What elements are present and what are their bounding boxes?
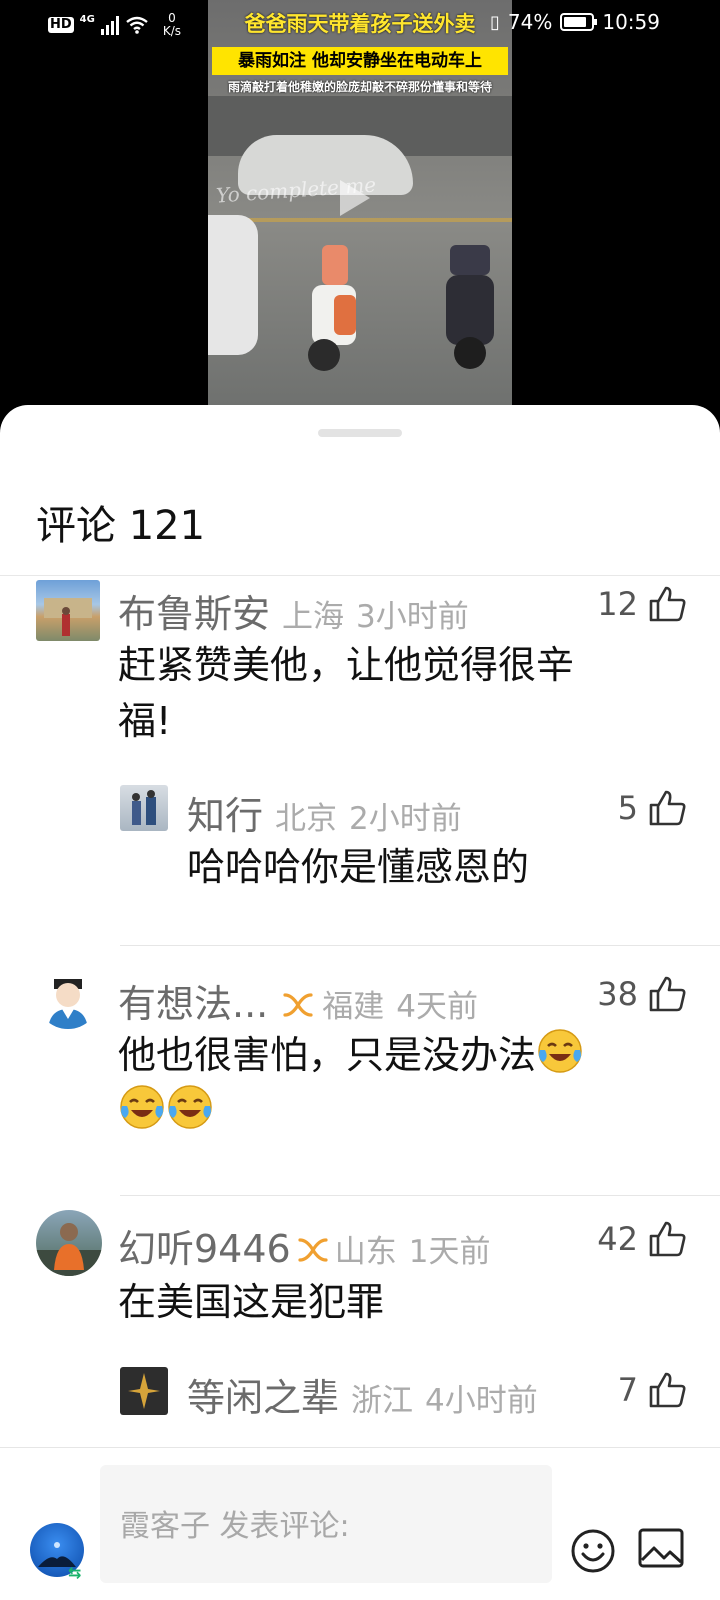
- signal-icon: [100, 15, 119, 35]
- comment-time: 3小时前: [356, 599, 469, 635]
- network-type: 4G: [79, 13, 95, 25]
- reply-location: 浙江: [351, 1383, 414, 1419]
- reply-location: 北京: [275, 801, 338, 837]
- comment-text: 他也很害怕，只是没办法: [118, 1027, 658, 1139]
- video-caption: 雨滴敲打着他稚嫩的脸庞却敲不碎那份懂事和等待: [227, 80, 492, 94]
- avatar[interactable]: [36, 965, 100, 1029]
- like-button[interactable]: 12: [597, 585, 686, 623]
- comments-title: 评论 121: [36, 503, 206, 549]
- video-player[interactable]: Yo complete me 爸爸雨天带着孩子送外卖 暴雨如注 他却安静坐在电动…: [208, 0, 512, 405]
- comment-placeholder: 霞客子 发表评论:: [120, 1509, 350, 1544]
- drag-handle[interactable]: [318, 429, 402, 437]
- comment-text: 赶紧赞美他，让他觉得很辛 福!: [118, 643, 575, 743]
- thumbs-up-icon: [649, 976, 686, 1012]
- laughing-crying-emoji-icon: [120, 1085, 164, 1129]
- laughing-crying-emoji-icon: [538, 1029, 582, 1073]
- play-icon[interactable]: [340, 180, 370, 216]
- clock: 10:59: [602, 10, 660, 34]
- video-subtitle: 暴雨如注 他却安静坐在电动车上: [212, 47, 508, 75]
- comment-location: 山东: [334, 1234, 397, 1270]
- status-bar: HD 4G 0 K/s ▯ 74% 10:59: [0, 0, 720, 50]
- comment-time: 4天前: [396, 989, 478, 1025]
- video-scene-scooter: [308, 245, 356, 371]
- like-button[interactable]: 7: [618, 1371, 686, 1409]
- comment-username[interactable]: 布鲁斯安: [118, 583, 270, 638]
- hd-indicator: HD: [48, 17, 74, 33]
- like-count: 5: [617, 789, 638, 827]
- thumbs-up-icon: [649, 1221, 686, 1257]
- comment-location: 福建: [322, 989, 385, 1025]
- reply-time: 2小时前: [349, 801, 462, 837]
- avatar[interactable]: [36, 1210, 102, 1276]
- like-count: 42: [597, 1220, 638, 1258]
- divider: [0, 575, 720, 576]
- avatar[interactable]: [120, 1367, 168, 1415]
- reply-time: 4小时前: [425, 1383, 538, 1419]
- video-scene-road-line: [208, 218, 512, 222]
- thumbs-up-icon: [649, 1372, 686, 1408]
- comment-divider: [120, 1195, 720, 1196]
- comment-divider: [120, 945, 720, 946]
- comment-text: 在美国这是犯罪: [118, 1280, 385, 1324]
- comments-sheet: 评论 121 布鲁斯安 上海 3小时前 12 赶紧赞美他，让他觉得很辛 福! 知…: [0, 405, 720, 1600]
- like-button[interactable]: 5: [618, 789, 686, 827]
- image-icon[interactable]: [638, 1528, 684, 1568]
- comment-time: 1天前: [408, 1234, 491, 1270]
- comment-username[interactable]: 有想法...: [118, 973, 268, 1028]
- vip-badge-icon: [298, 1238, 328, 1262]
- emoji-icon[interactable]: [570, 1528, 616, 1574]
- like-button[interactable]: 38: [597, 975, 686, 1013]
- thumbs-up-icon: [649, 586, 686, 622]
- like-count: 12: [597, 585, 638, 623]
- wifi-icon: [126, 16, 148, 34]
- reply-username[interactable]: 知行: [187, 785, 263, 840]
- reply-username[interactable]: 等闲之辈: [187, 1367, 339, 1422]
- like-count: 38: [597, 975, 638, 1013]
- avatar[interactable]: [120, 785, 168, 831]
- reply-text: 哈哈哈你是懂感恩的: [187, 845, 530, 889]
- switch-account-icon[interactable]: ⇆: [68, 1563, 81, 1582]
- vibrate-icon: ▯: [490, 11, 500, 33]
- net-speed: 0 K/s: [162, 11, 182, 38]
- battery-percent: 74%: [507, 10, 553, 34]
- comment-composer: ⇆ 霞客子 发表评论:: [0, 1447, 720, 1600]
- comment-location: 上海: [282, 599, 345, 635]
- laughing-crying-emoji-icon: [168, 1085, 212, 1129]
- video-scene-car-left: [208, 215, 258, 355]
- avatar[interactable]: [36, 580, 100, 641]
- comment-input[interactable]: 霞客子 发表评论:: [100, 1465, 552, 1583]
- like-button[interactable]: 42: [597, 1220, 686, 1258]
- comments-count: 121: [128, 503, 206, 549]
- video-scene-scooter-dark: [446, 245, 494, 369]
- comment-username[interactable]: 幻听9446: [118, 1218, 291, 1273]
- thumbs-up-icon: [649, 790, 686, 826]
- battery-icon: [560, 13, 598, 31]
- vip-badge-icon: [283, 993, 313, 1017]
- like-count: 7: [617, 1371, 638, 1409]
